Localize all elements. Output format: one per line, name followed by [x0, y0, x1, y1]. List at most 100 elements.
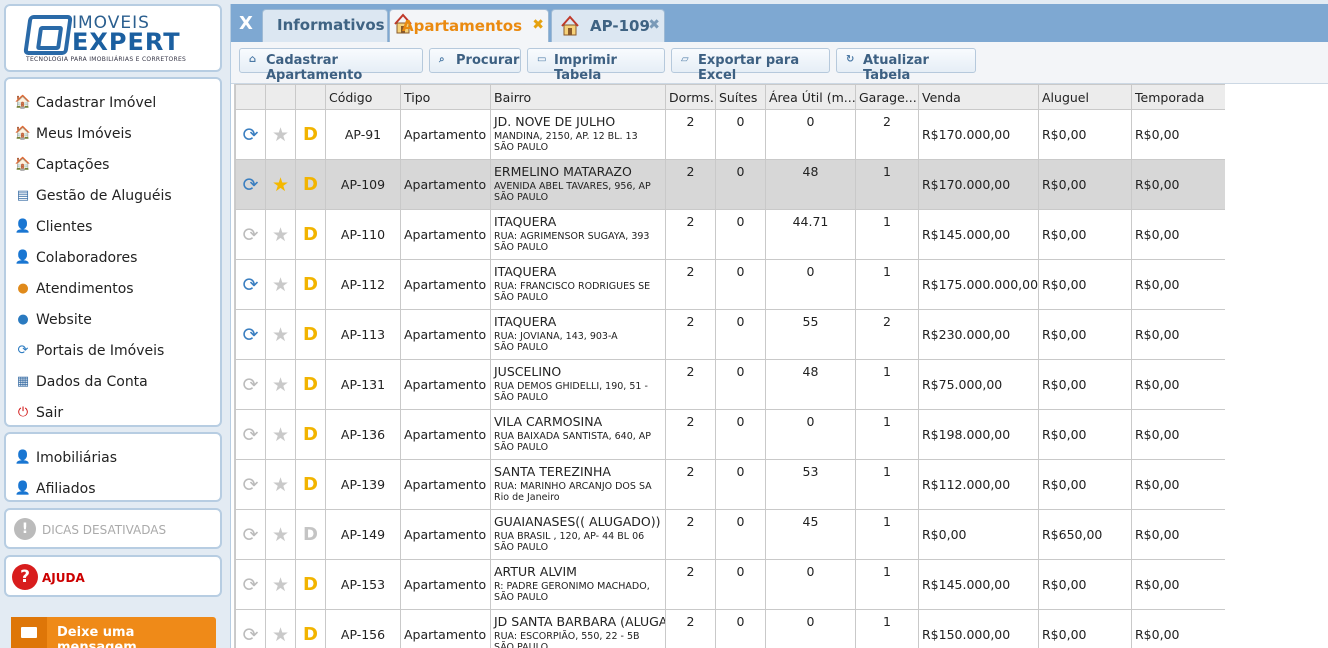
- sync-icon[interactable]: ⟳: [243, 324, 259, 346]
- sync-icon[interactable]: ⟳: [243, 524, 259, 546]
- sync-cell[interactable]: ⟳: [235, 409, 266, 460]
- highlight-cell[interactable]: D: [295, 459, 326, 510]
- star-icon[interactable]: ★: [272, 274, 289, 296]
- sync-cell[interactable]: ⟳: [235, 259, 266, 310]
- favorite-cell[interactable]: ★: [265, 309, 296, 360]
- highlight-d-icon[interactable]: D: [303, 224, 318, 245]
- table-row[interactable]: ⟳ ★ D AP-149 Apartamento GUAIANASES(( ALUGADO…: [235, 509, 1225, 560]
- favorite-cell[interactable]: ★: [265, 559, 296, 610]
- menu-item-imobili-rias[interactable]: 👤 Imobiliárias: [6, 442, 220, 473]
- menu-item-website[interactable]: ● Website: [6, 304, 220, 335]
- tab-informativos[interactable]: Informativos: [262, 9, 388, 42]
- star-icon[interactable]: ★: [272, 624, 289, 646]
- favorite-cell[interactable]: ★: [265, 459, 296, 510]
- menu-item-cadastrar-im-vel[interactable]: 🏠 Cadastrar Imóvel: [6, 87, 220, 118]
- menu-item-clientes[interactable]: 👤 Clientes: [6, 211, 220, 242]
- star-icon[interactable]: ★: [272, 474, 289, 496]
- close-all-tabs-button[interactable]: X: [233, 10, 259, 38]
- highlight-cell[interactable]: D: [295, 559, 326, 610]
- sync-cell[interactable]: ⟳: [235, 609, 266, 648]
- star-icon[interactable]: ★: [272, 524, 289, 546]
- highlight-d-icon[interactable]: D: [303, 374, 318, 395]
- table-row[interactable]: ⟳ ★ D AP-139 Apartamento SANTA TEREZINHA RUA: …: [235, 459, 1225, 510]
- star-icon[interactable]: ★: [272, 174, 289, 196]
- menu-item-portais-de-im-veis[interactable]: ⟳ Portais de Imóveis: [6, 335, 220, 366]
- table-row[interactable]: ⟳ ★ D AP-109 Apartamento ERMELINO MATARAZO AVE…: [235, 159, 1225, 210]
- menu-item-afiliados[interactable]: 👤 Afiliados: [6, 473, 220, 504]
- sync-cell[interactable]: ⟳: [235, 159, 266, 210]
- tab-ap109[interactable]: AP-109 ✖: [551, 9, 665, 42]
- highlight-d-icon[interactable]: D: [303, 124, 318, 145]
- sync-cell[interactable]: ⟳: [235, 359, 266, 410]
- table-row[interactable]: ⟳ ★ D AP-113 Apartamento ITAQUERA RUA: JOVIANA…: [235, 309, 1225, 360]
- sync-icon[interactable]: ⟳: [243, 474, 259, 496]
- highlight-cell[interactable]: D: [295, 609, 326, 648]
- menu-item-gest-o-de-alugu-is[interactable]: ▤ Gestão de Aluguéis: [6, 180, 220, 211]
- favorite-cell[interactable]: ★: [265, 159, 296, 210]
- sync-icon[interactable]: ⟳: [243, 224, 259, 246]
- star-icon[interactable]: ★: [272, 124, 289, 146]
- table-row[interactable]: ⟳ ★ D AP-153 Apartamento ARTUR ALVIM R: PADRE …: [235, 559, 1225, 610]
- highlight-cell[interactable]: D: [295, 409, 326, 460]
- highlight-cell[interactable]: D: [295, 509, 326, 560]
- star-icon[interactable]: ★: [272, 224, 289, 246]
- sync-icon[interactable]: ⟳: [243, 624, 259, 646]
- column-header[interactable]: Bairro: [490, 84, 666, 110]
- tips-toggle[interactable]: ! DICAS DESATIVADAS: [4, 508, 222, 549]
- sync-cell[interactable]: ⟳: [235, 559, 266, 610]
- search-button[interactable]: ⌕ Procurar: [429, 48, 521, 73]
- sync-icon[interactable]: ⟳: [243, 174, 259, 196]
- menu-item-dados-da-conta[interactable]: ▦ Dados da Conta: [6, 366, 220, 397]
- help-button[interactable]: ? AJUDA: [4, 555, 222, 597]
- favorite-cell[interactable]: ★: [265, 209, 296, 260]
- menu-item-capta-es[interactable]: 🏠 Captações: [6, 149, 220, 180]
- highlight-cell[interactable]: D: [295, 209, 326, 260]
- leave-message-button[interactable]: Deixe uma mensagem: [11, 617, 216, 648]
- sync-icon[interactable]: ⟳: [243, 124, 259, 146]
- favorite-cell[interactable]: ★: [265, 259, 296, 310]
- star-icon[interactable]: ★: [272, 324, 289, 346]
- export-excel-button[interactable]: ▱ Exportar para Excel: [671, 48, 830, 83]
- logo[interactable]: IMOVEIS EXPERT TECNOLOGIA PARA IMOBILIÁR…: [4, 4, 222, 72]
- column-header[interactable]: Suítes: [715, 84, 766, 110]
- highlight-d-icon[interactable]: D: [303, 174, 318, 195]
- table-row[interactable]: ⟳ ★ D AP-156 Apartamento JD SANTA BARBARA (AL…: [235, 609, 1225, 648]
- menu-item-colaboradores[interactable]: 👤 Colaboradores: [6, 242, 220, 273]
- sync-cell[interactable]: ⟳: [235, 309, 266, 360]
- table-row[interactable]: ⟳ ★ D AP-110 Apartamento ITAQUERA RUA: AGRIMEN…: [235, 209, 1225, 260]
- highlight-d-icon[interactable]: D: [303, 424, 318, 445]
- column-header[interactable]: Garage...: [855, 84, 919, 110]
- table-row[interactable]: ⟳ ★ D AP-131 Apartamento JUSCELINO RUA DEMOS G…: [235, 359, 1225, 410]
- highlight-d-icon[interactable]: D: [303, 574, 318, 595]
- sync-icon[interactable]: ⟳: [243, 374, 259, 396]
- highlight-d-icon[interactable]: D: [303, 624, 318, 645]
- sync-cell[interactable]: ⟳: [235, 109, 266, 160]
- sync-cell[interactable]: ⟳: [235, 459, 266, 510]
- refresh-table-button[interactable]: ↻ Atualizar Tabela: [836, 48, 976, 83]
- highlight-cell[interactable]: D: [295, 359, 326, 410]
- favorite-cell[interactable]: ★: [265, 109, 296, 160]
- close-icon[interactable]: ✖: [648, 17, 660, 33]
- menu-item-atendimentos[interactable]: ● Atendimentos: [6, 273, 220, 304]
- print-table-button[interactable]: ▭ Imprimir Tabela: [527, 48, 665, 83]
- column-header[interactable]: Temporada: [1131, 84, 1225, 110]
- sync-cell[interactable]: ⟳: [235, 209, 266, 260]
- sync-cell[interactable]: ⟳: [235, 509, 266, 560]
- menu-item-meus-im-veis[interactable]: 🏠 Meus Imóveis: [6, 118, 220, 149]
- column-header[interactable]: Código: [325, 84, 401, 110]
- highlight-d-icon[interactable]: D: [303, 274, 318, 295]
- column-header[interactable]: Venda: [918, 84, 1039, 110]
- sync-icon[interactable]: ⟳: [243, 424, 259, 446]
- menu-item-sair[interactable]: ⏻ Sair: [6, 397, 220, 428]
- highlight-d-icon[interactable]: D: [303, 324, 318, 345]
- highlight-cell[interactable]: D: [295, 259, 326, 310]
- close-icon[interactable]: ✖: [532, 17, 544, 33]
- favorite-cell[interactable]: ★: [265, 609, 296, 648]
- highlight-d-icon[interactable]: D: [303, 474, 318, 495]
- highlight-cell[interactable]: D: [295, 309, 326, 360]
- star-icon[interactable]: ★: [272, 424, 289, 446]
- table-row[interactable]: ⟳ ★ D AP-136 Apartamento VILA CARMOSINA RUA BA…: [235, 409, 1225, 460]
- column-header[interactable]: Aluguel: [1038, 84, 1132, 110]
- favorite-cell[interactable]: ★: [265, 359, 296, 410]
- sync-icon[interactable]: ⟳: [243, 574, 259, 596]
